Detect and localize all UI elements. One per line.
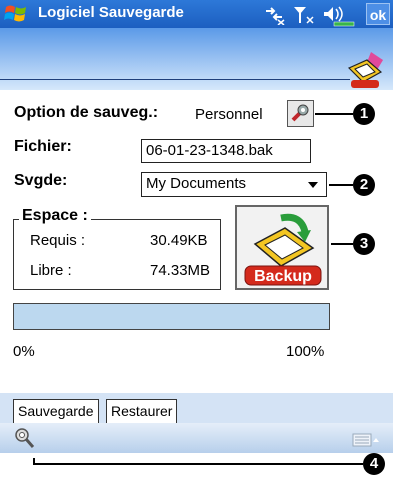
progress-min-label: 0% [13,343,35,360]
callout-line-1 [315,113,353,115]
free-label: Libre : [30,262,72,279]
volume-icon[interactable] [322,5,356,27]
progress-max-label: 100% [286,343,325,360]
options-tool-button[interactable] [287,100,314,127]
required-value: 30.49KB [150,232,208,249]
tab-sauvegarde[interactable]: Sauvegarde [13,399,99,423]
progress-bar [13,303,330,330]
space-group-title: Espace : [19,207,91,225]
bottom-bar [0,423,393,453]
callout-2: 2 [353,174,375,196]
app-title: Logiciel Sauvegarde [38,4,184,21]
ok-button[interactable]: ok [366,3,390,25]
connectivity-icon[interactable] [262,5,286,25]
callout-line-4 [33,463,363,465]
space-group-box [13,219,221,290]
backup-icon: Backup [244,213,322,286]
header-divider [0,79,350,80]
callout-4: 4 [363,453,385,475]
tab-restaurer[interactable]: Restaurer [106,399,178,423]
keyboard-icon[interactable] [352,432,380,448]
header-band [0,28,393,90]
signal-icon[interactable] [292,5,316,25]
backup-location-dropdown[interactable]: My Documents [141,172,327,197]
callout-1: 1 [353,103,375,125]
callout-3: 3 [353,233,375,255]
free-value: 74.33MB [150,262,211,279]
backup-to-label: Svgde: [14,172,68,189]
option-label: Option de sauveg.: [14,104,159,121]
tools-icon[interactable] [13,427,35,449]
required-label: Requis : [30,232,86,249]
backup-app-icon [347,52,383,88]
file-label: Fichier: [14,138,72,155]
chevron-down-icon[interactable] [307,181,319,189]
callout-line-3 [331,243,353,245]
windows-flag-icon[interactable] [4,3,28,25]
option-value: Personnel [195,106,263,123]
backup-button-label: Backup [254,268,312,285]
file-name-field[interactable]: 06-01-23-1348.bak [141,139,311,163]
backup-button[interactable]: Backup [235,205,329,290]
backup-location-value: My Documents [146,175,247,192]
callout-line-2 [329,184,353,186]
